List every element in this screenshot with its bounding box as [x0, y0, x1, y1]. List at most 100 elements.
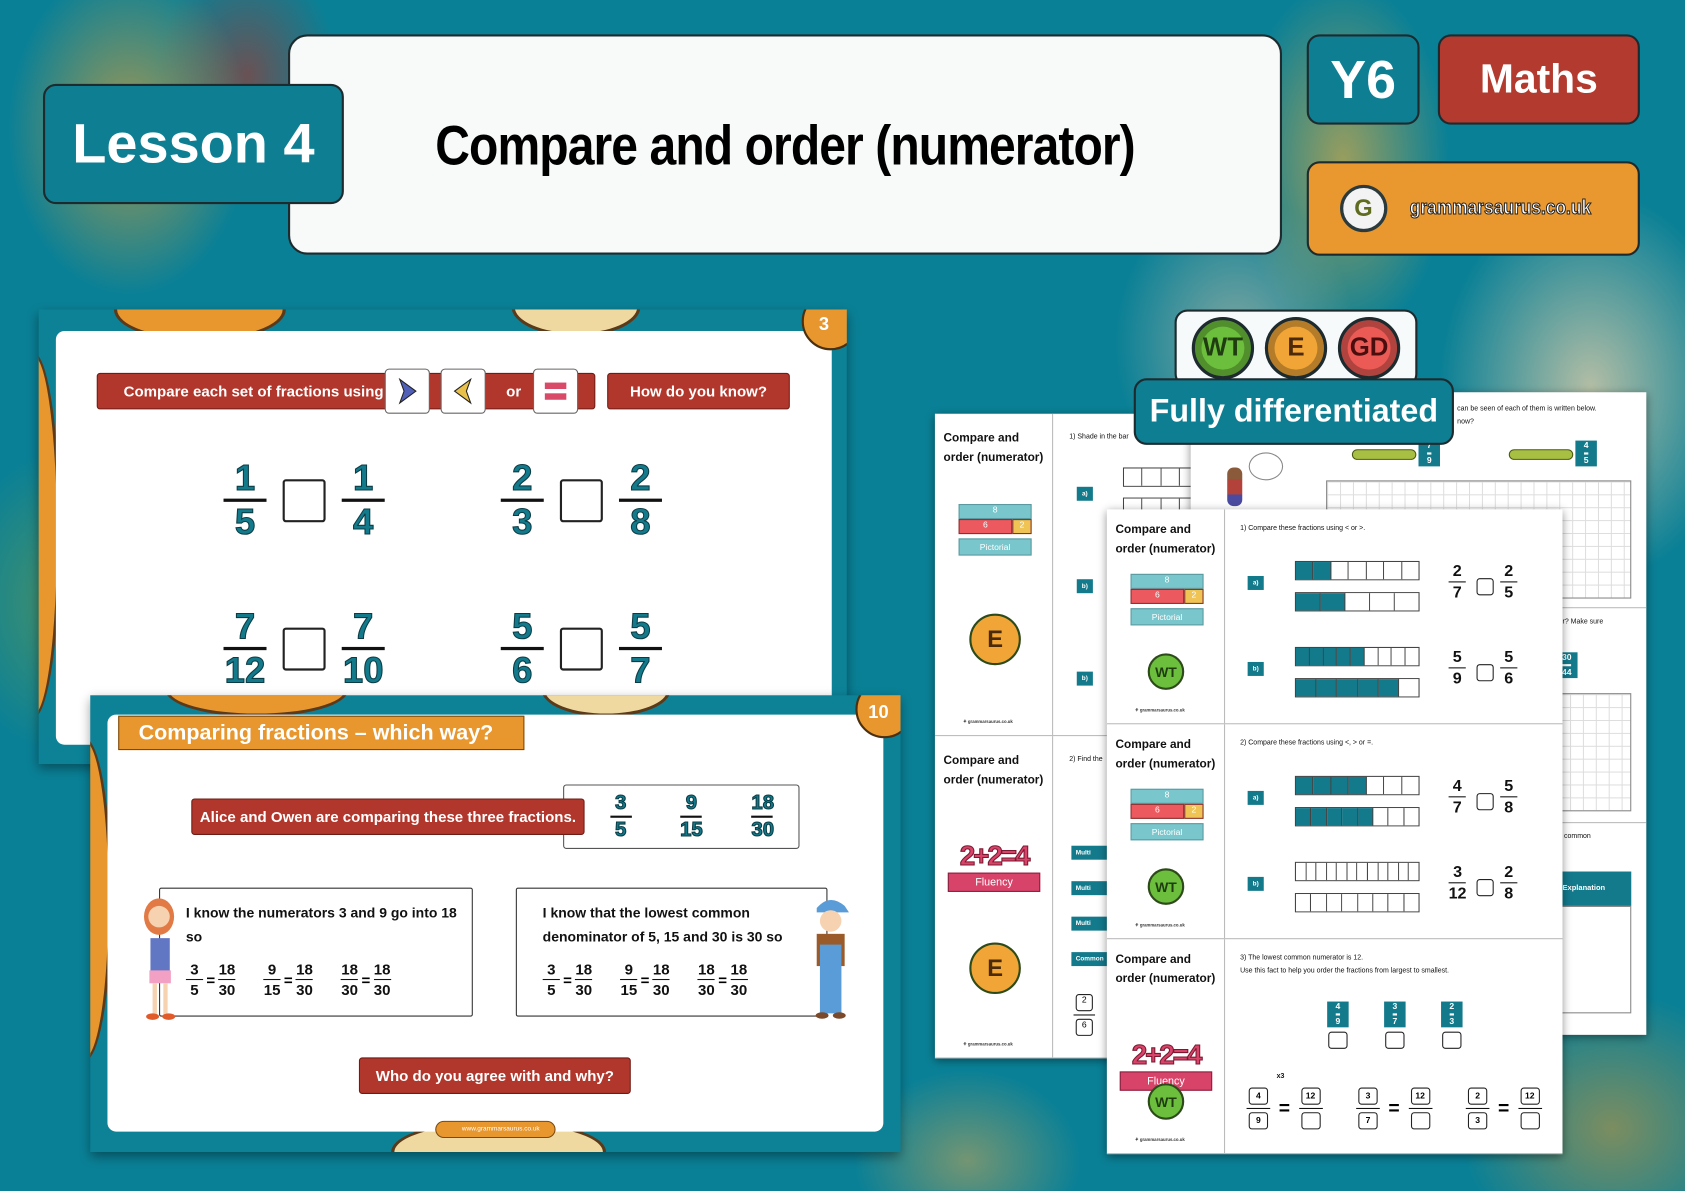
bar-segment	[1409, 862, 1419, 881]
denominator: 9	[1335, 1016, 1341, 1027]
fraction: 18 30	[218, 960, 236, 999]
alice-equations: 3 5 = 18 30 9 15 = 18 30 18 30 = 18 30	[185, 960, 391, 999]
lesson-title: Compare and order (numerator)	[435, 114, 1135, 178]
equals-sign: =	[563, 970, 572, 989]
discussion-question-button: Who do you agree with and why?	[358, 1057, 631, 1094]
item-label: b)	[1247, 876, 1264, 891]
denominator: 30	[373, 981, 391, 999]
fraction: 56	[500, 608, 544, 689]
denominator-box: 3	[1467, 1112, 1488, 1130]
model-part: 2	[1184, 803, 1204, 819]
sheet-title: Compare and order (numerator)	[1115, 953, 1216, 986]
fraction-bar	[609, 815, 632, 818]
model-part: 6	[958, 519, 1013, 535]
item-label: b)	[1076, 671, 1093, 686]
grammarsaurus-logo-icon: G	[1339, 184, 1388, 233]
denominator: 5	[547, 981, 556, 999]
numerator: 4	[1452, 776, 1462, 796]
fraction: 23	[500, 459, 544, 541]
fraction: 15	[223, 457, 267, 541]
bar-segment	[1124, 468, 1143, 486]
level-badge-e: E	[969, 613, 1021, 666]
model-part: 6	[1130, 588, 1185, 604]
bar-segment	[1384, 776, 1402, 795]
worksheet-front: Compare and order (numerator) 8 6 2 Pictoria…	[1106, 509, 1563, 1155]
level-badge-e: E	[969, 942, 1021, 995]
bar-segment	[1326, 862, 1338, 881]
numerator: 2	[1452, 562, 1462, 581]
bar-model-icon: 8 6 2 Pictorial	[958, 503, 1032, 556]
multiplier-label: x3	[1276, 1072, 1285, 1080]
bar-segment	[1357, 894, 1374, 912]
subject-badge: Maths	[1437, 34, 1640, 125]
fractions-box: 3 5 9 15 18 30	[563, 784, 800, 849]
numerator: 2	[1449, 1001, 1455, 1012]
denominator: 7	[1452, 583, 1462, 602]
item-label: a)	[1247, 575, 1264, 590]
fraction-bar-model	[1294, 807, 1420, 827]
model-part: 2	[1012, 519, 1032, 535]
numerator: 1	[234, 457, 256, 499]
sheet-title: Compare and order (numerator)	[943, 431, 1044, 465]
denominator: 10	[342, 650, 384, 691]
answer-box	[1442, 1031, 1462, 1049]
pictorial-label: Pictorial	[1130, 823, 1204, 841]
model-total: 8	[1130, 573, 1204, 589]
bar-segment	[1323, 647, 1338, 666]
denominator: 30	[296, 981, 313, 999]
bar-segment	[1399, 679, 1419, 697]
fraction-bar	[1500, 581, 1518, 583]
level-badge-wt: WT	[1147, 868, 1185, 905]
fraction-boxes: 37	[1356, 1087, 1380, 1130]
denominator: 8	[1504, 884, 1514, 903]
fraction: 18 30	[751, 793, 775, 841]
answer-box	[1385, 1031, 1405, 1049]
denominator: 12	[1448, 884, 1467, 903]
equals-sign: =	[1498, 1097, 1510, 1119]
model-parts: 62	[958, 519, 1032, 535]
product-preview: Compare and order (numerator) Lesson 4 Y…	[0, 0, 1685, 1191]
fraction: 47	[1448, 776, 1466, 816]
answer-box	[1476, 793, 1494, 811]
owen-speech-box: I know that the lowest common denominato…	[515, 887, 828, 1017]
equals-sign: =	[206, 970, 216, 989]
bar-model-icon: 8 6 2 Pictorial	[1130, 788, 1204, 841]
fraction-bar	[1448, 796, 1466, 798]
fraction: 18 30	[295, 962, 314, 999]
fraction: 9 15	[263, 962, 281, 997]
fraction-bar	[1448, 667, 1466, 669]
question-text: r? Make sure	[1562, 617, 1604, 626]
numerator: 5	[630, 606, 651, 647]
denominator: 30	[218, 981, 236, 999]
pizza-decoration	[541, 695, 671, 717]
fraction-bar	[341, 978, 359, 981]
denominator: 12	[224, 650, 266, 691]
fraction: 7 12	[223, 608, 267, 691]
fraction-bar	[1392, 1013, 1398, 1016]
fraction-boxes: 12	[1408, 1087, 1432, 1130]
bar-segment	[1311, 894, 1327, 912]
numerator: 5	[1504, 776, 1514, 796]
fraction-bar	[1500, 796, 1518, 798]
comparison-banner: Alice and Owen are comparing these three…	[191, 798, 585, 835]
answer-box	[559, 627, 603, 671]
equivalence: 9 15 = 18 30	[263, 962, 314, 999]
answer-box	[559, 478, 603, 522]
question-text: 1) Compare these fractions using < or >.	[1240, 524, 1366, 532]
fraction-bar	[295, 978, 314, 981]
numerator: 18	[730, 960, 748, 978]
less-than-icon	[440, 368, 486, 414]
pictorial-label: Pictorial	[958, 538, 1032, 556]
fraction: 35	[185, 962, 204, 997]
brand-name: grammarsaurus.co.uk	[1409, 196, 1591, 220]
sheet-footer: ⚘ grammarsaurus.co.uk	[1134, 1136, 1185, 1143]
numerator: 18	[575, 960, 593, 978]
bar-segment	[1295, 647, 1310, 666]
numerator: 3	[547, 960, 556, 978]
bar-segment	[1378, 647, 1393, 666]
bar-segment	[1142, 468, 1162, 486]
thinking-boy-icon	[1227, 467, 1243, 507]
sheet-footer: ⚘ grammarsaurus.co.uk	[1134, 707, 1185, 713]
numerator: 18	[218, 960, 236, 978]
fraction: 49	[1335, 1002, 1341, 1027]
